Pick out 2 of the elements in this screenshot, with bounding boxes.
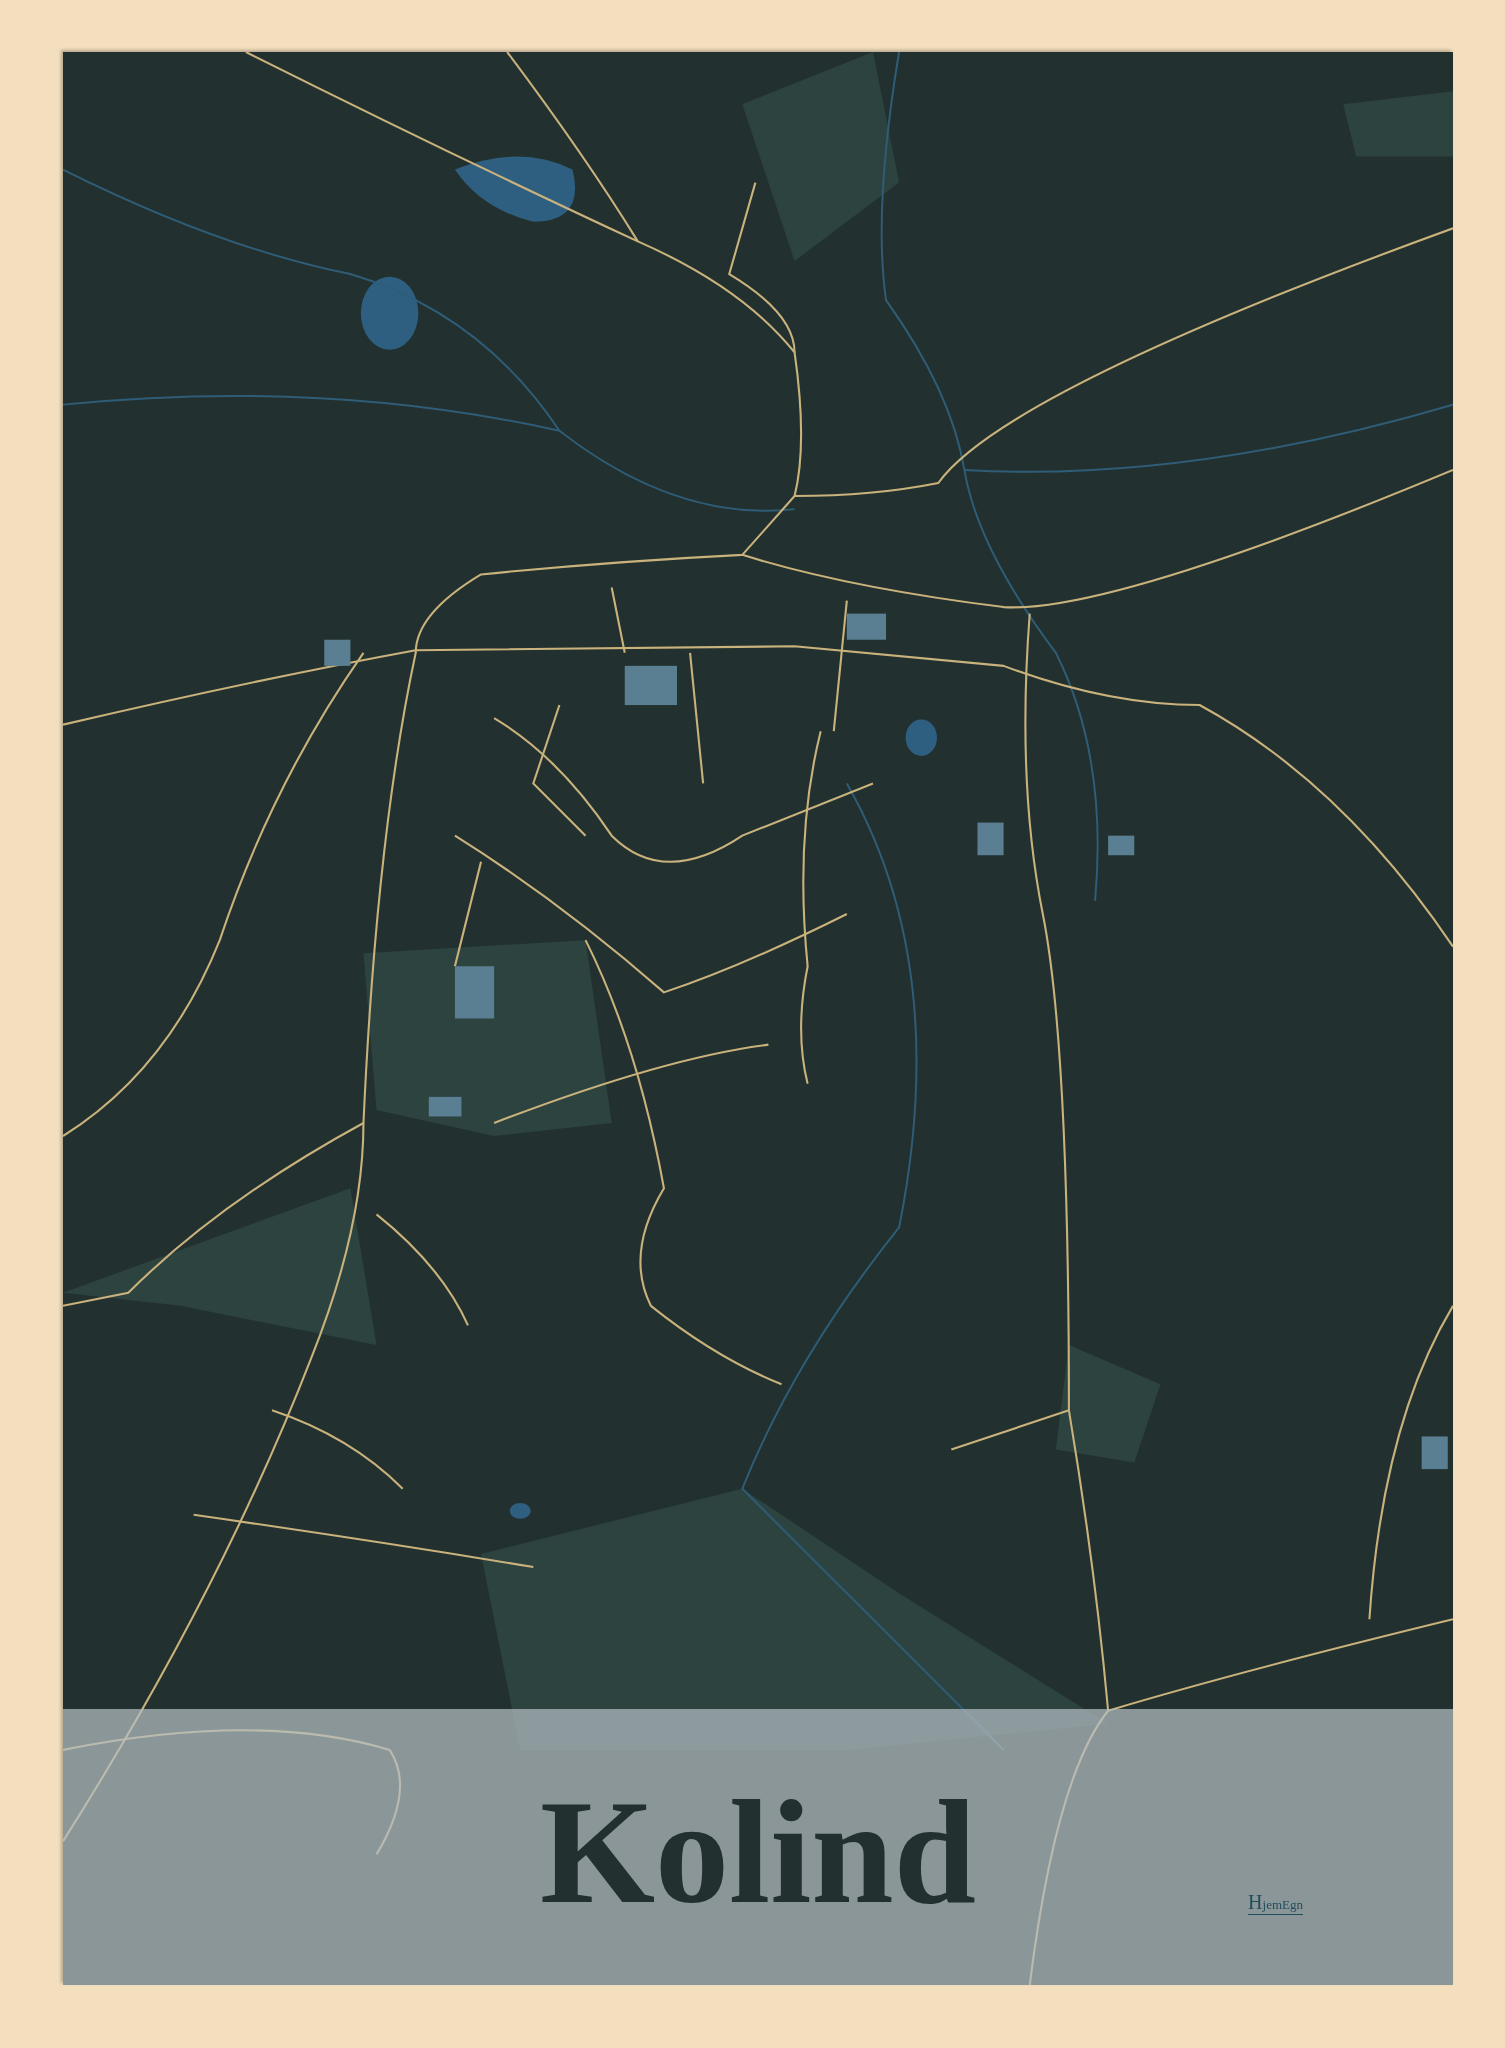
poster-title: Kolind (540, 1769, 976, 1936)
brand-logo: HjemEgn (1248, 1891, 1303, 1915)
